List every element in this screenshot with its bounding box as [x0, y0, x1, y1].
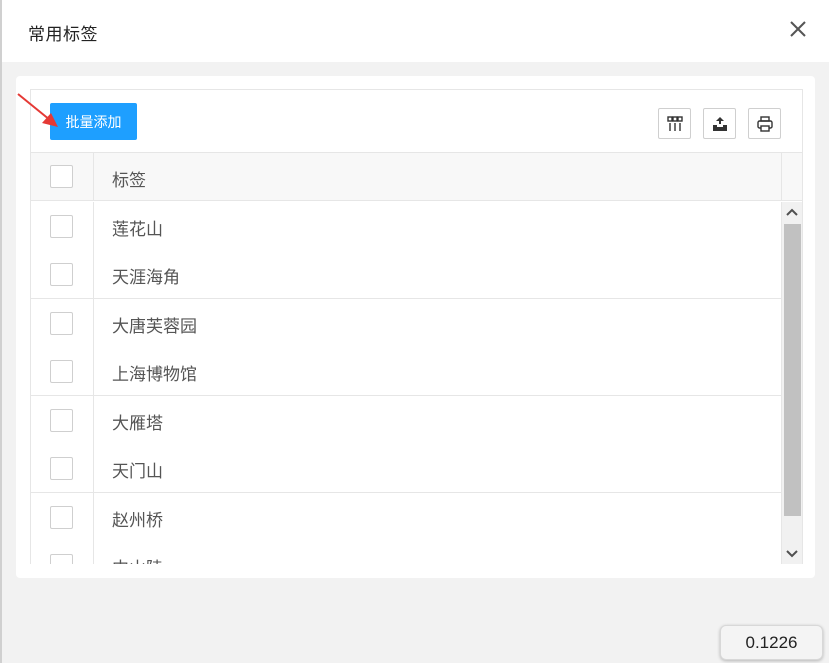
row-checkbox-cell: [31, 493, 94, 541]
table-row[interactable]: 大唐芙蓉园: [31, 299, 781, 348]
close-button[interactable]: [785, 16, 811, 42]
close-icon: [790, 21, 806, 37]
row-checkbox[interactable]: [50, 360, 73, 383]
table-row[interactable]: 莲花山: [31, 202, 781, 251]
header-scroll-spacer: [781, 153, 802, 201]
row-checkbox-cell: [31, 299, 94, 347]
row-checkbox[interactable]: [50, 215, 73, 238]
row-checkbox[interactable]: [50, 554, 73, 564]
value-badge: 0.1226: [720, 625, 823, 660]
export-icon: [712, 116, 727, 131]
vertical-scrollbar[interactable]: [781, 202, 802, 564]
table-header-row: 标签: [31, 153, 802, 201]
table-row[interactable]: 大雁塔: [31, 396, 781, 445]
table-row[interactable]: 上海博物馆: [31, 347, 781, 396]
scroll-down-button[interactable]: [782, 544, 802, 564]
common-tags-dialog: 常用标签 批量添加 标签 莲花山 天涯海角 大唐芙蓉园 上海博物馆 大雁塔 天门…: [0, 0, 829, 663]
row-tag-label: 中山陵: [112, 554, 163, 564]
scrollbar-thumb[interactable]: [784, 224, 801, 516]
row-checkbox[interactable]: [50, 506, 73, 529]
dialog-body: 批量添加 标签 莲花山 天涯海角 大唐芙蓉园 上海博物馆 大雁塔 天门山 赵州桥: [2, 62, 829, 663]
dialog-header: 常用标签: [2, 0, 829, 62]
columns-filter-button[interactable]: [658, 108, 691, 139]
scroll-up-button[interactable]: [782, 202, 802, 222]
row-checkbox[interactable]: [50, 263, 73, 286]
print-button[interactable]: [748, 108, 781, 139]
row-checkbox[interactable]: [50, 312, 73, 335]
table-row[interactable]: 天门山: [31, 444, 781, 493]
table-row[interactable]: 天涯海角: [31, 250, 781, 299]
row-checkbox[interactable]: [50, 409, 73, 432]
row-tag-label: 大唐芙蓉园: [112, 317, 197, 337]
table-body: 莲花山 天涯海角 大唐芙蓉园 上海博物馆 大雁塔 天门山 赵州桥: [31, 202, 802, 564]
dialog-title: 常用标签: [28, 25, 98, 45]
print-icon: [756, 115, 773, 132]
row-checkbox-cell: [31, 396, 94, 444]
row-tag-label: 上海博物馆: [112, 365, 197, 385]
row-checkbox-cell: [31, 444, 94, 492]
row-checkbox[interactable]: [50, 457, 73, 480]
chevron-down-icon: [786, 550, 798, 558]
row-checkbox-cell: [31, 202, 94, 250]
export-button[interactable]: [703, 108, 736, 139]
tags-table: 批量添加 标签 莲花山 天涯海角 大唐芙蓉园 上海博物馆 大雁塔 天门山 赵州桥: [30, 89, 803, 564]
header-checkbox-cell: [31, 153, 94, 201]
table-toolbar: 批量添加: [31, 90, 802, 153]
header-tag-label: 标签: [112, 171, 146, 191]
row-tag-label: 赵州桥: [112, 511, 163, 531]
row-tag-label: 大雁塔: [112, 414, 163, 434]
select-all-checkbox[interactable]: [50, 165, 73, 188]
columns-icon: [666, 115, 683, 131]
row-tag-label: 天门山: [112, 462, 163, 482]
row-checkbox-cell: [31, 347, 94, 395]
batch-add-button[interactable]: 批量添加: [50, 103, 137, 140]
row-tag-label: 莲花山: [112, 220, 163, 240]
row-checkbox-cell: [31, 541, 94, 564]
chevron-up-icon: [786, 208, 798, 216]
row-tag-label: 天涯海角: [112, 268, 180, 288]
table-card: 批量添加 标签 莲花山 天涯海角 大唐芙蓉园 上海博物馆 大雁塔 天门山 赵州桥: [16, 76, 815, 578]
table-row[interactable]: 赵州桥: [31, 493, 781, 542]
table-row[interactable]: 中山陵: [31, 541, 781, 564]
row-checkbox-cell: [31, 250, 94, 298]
